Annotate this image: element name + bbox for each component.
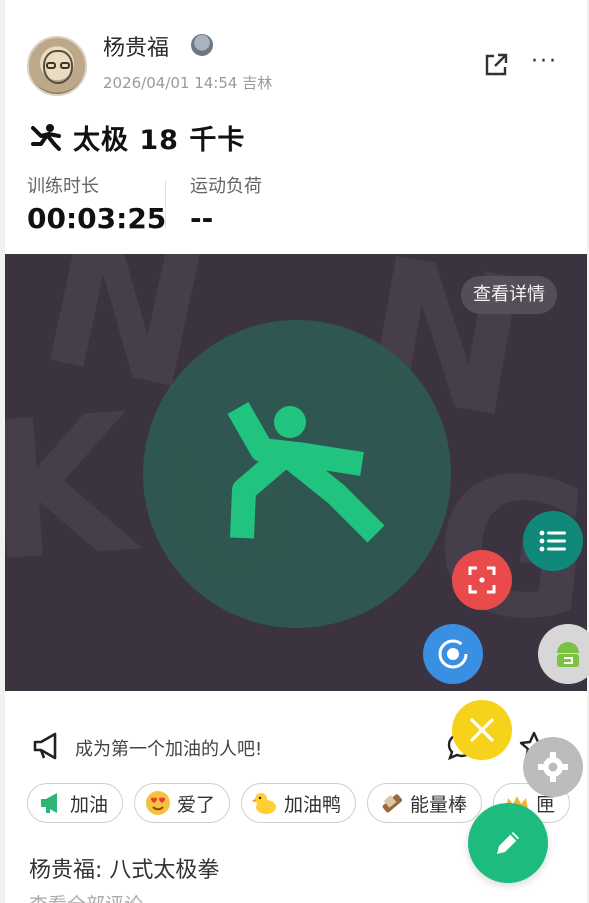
more-options-icon[interactable]: ··· <box>531 51 565 78</box>
medal-badge-icon <box>191 34 213 56</box>
duration-value: 00:03:25 <box>27 202 167 235</box>
reaction-label: 加油鸭 <box>284 793 342 816</box>
heart-eyes-emoji-icon <box>146 791 171 815</box>
pencil-icon <box>497 832 519 854</box>
close-icon <box>470 718 494 742</box>
load-label: 运动负荷 <box>190 176 262 197</box>
megaphone-icon <box>33 732 57 760</box>
close-fab[interactable] <box>452 700 512 760</box>
background-letter: K <box>5 373 140 604</box>
post-text: 杨贵福: 八式太极拳 <box>29 858 220 883</box>
list-fab[interactable] <box>523 511 583 571</box>
avatar[interactable] <box>27 36 87 96</box>
record-fab[interactable] <box>423 624 483 684</box>
reaction-chip-duck[interactable]: 加油鸭 <box>241 783 357 823</box>
view-all-comments-link[interactable]: 查看全部评论 <box>29 890 143 903</box>
energy-bar-icon <box>382 794 403 813</box>
username[interactable]: 杨贵福 <box>103 30 169 62</box>
android-icon <box>557 642 579 667</box>
reaction-label: 爱了 <box>177 793 216 816</box>
reaction-chip-cheer[interactable]: 加油 <box>27 783 124 823</box>
reaction-chip-love[interactable]: 爱了 <box>134 783 231 823</box>
reaction-label: 能量棒 <box>410 793 468 816</box>
reaction-chip-energy-bar[interactable]: 能量棒 <box>367 783 483 823</box>
post-meta: 2026/04/01 14:54 吉林 <box>103 74 273 92</box>
taichi-figure-icon <box>227 402 385 543</box>
taichi-figure-icon <box>31 124 61 151</box>
duration-label: 训练时长 <box>27 176 99 197</box>
duck-icon <box>252 793 277 814</box>
gear-icon <box>538 752 568 782</box>
share-icon[interactable] <box>483 52 509 78</box>
megaphone-icon <box>41 793 57 813</box>
list-icon <box>539 530 566 552</box>
compose-fab[interactable] <box>468 803 548 883</box>
view-details-button[interactable]: 查看详情 <box>461 276 557 314</box>
activity-media[interactable]: N K U N G 查看详情 <box>5 254 587 691</box>
screenshot-fab[interactable] <box>452 550 512 610</box>
reaction-label: 加油 <box>70 793 109 816</box>
load-value: -- <box>190 202 214 235</box>
settings-fab[interactable] <box>523 737 583 797</box>
target-icon <box>438 639 468 669</box>
android-fab[interactable] <box>538 624 589 684</box>
stat-divider <box>165 180 166 228</box>
scan-frame-icon <box>468 566 496 594</box>
post-card: 杨贵福 2026/04/01 14:54 吉林 ··· 太极 18 千卡 训练时… <box>5 0 587 903</box>
cheer-prompt: 成为第一个加油的人吧! <box>75 739 263 760</box>
activity-title: 太极 18 千卡 <box>73 125 246 156</box>
